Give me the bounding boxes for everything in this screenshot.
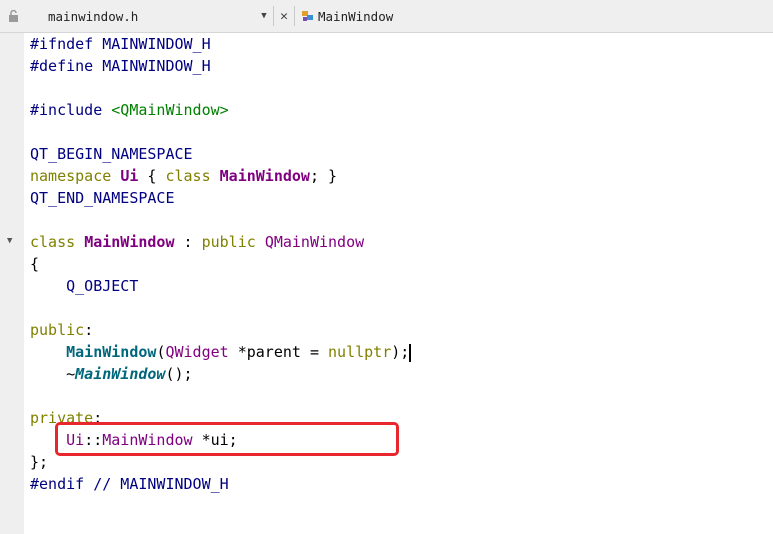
token: class [30, 233, 76, 251]
token: class [165, 167, 211, 185]
token: Ui [120, 167, 139, 185]
token: QT_END_NAMESPACE [30, 189, 175, 207]
close-icon[interactable]: ✕ [276, 9, 292, 24]
token: MAINWINDOW_H [102, 57, 211, 75]
code-line: #define MAINWINDOW_H [30, 55, 773, 77]
code-line: MainWindow(QWidget *parent = nullptr); [30, 341, 773, 363]
code-line: #ifndef MAINWINDOW_H [30, 33, 773, 55]
code-line: ~MainWindow(); [30, 363, 773, 385]
code-line: Q_OBJECT [30, 275, 773, 297]
fold-marker-icon[interactable]: ▼ [7, 236, 12, 246]
file-selector[interactable]: mainwindow.h ▼ [26, 0, 271, 32]
token: Q_OBJECT [66, 277, 139, 295]
code-line: #include <QMainWindow> [30, 99, 773, 121]
token: { [147, 167, 157, 185]
token: // MAINWINDOW_H [93, 475, 229, 493]
code-line: QT_END_NAMESPACE [30, 187, 773, 209]
token: nullptr [328, 343, 392, 361]
token: MainWindow [66, 343, 157, 361]
class-name: MainWindow [318, 8, 394, 24]
token: ~ [66, 365, 76, 383]
token: ); [391, 343, 410, 361]
token: #include [30, 101, 103, 119]
token: #ifndef [30, 35, 94, 53]
code-line: #endif // MAINWINDOW_H [30, 473, 773, 495]
token: MainWindow [75, 365, 166, 383]
token: MainWindow [219, 167, 310, 185]
line-gutter: ▼ [0, 33, 24, 534]
token: #define [30, 57, 94, 75]
token: : [84, 321, 94, 339]
lock-icon[interactable] [0, 0, 26, 32]
code-line: namespace Ui { class MainWindow; } [30, 165, 773, 187]
token: QWidget [165, 343, 229, 361]
editor-tab-bar: mainwindow.h ▼ ✕ MainWindow [0, 0, 773, 33]
token: QT_BEGIN_NAMESPACE [30, 145, 193, 163]
divider [273, 6, 274, 26]
token: : [174, 233, 202, 251]
code-editor[interactable]: #ifndef MAINWINDOW_H #define MAINWINDOW_… [30, 33, 773, 534]
token: #endif [30, 475, 85, 493]
code-line: { [30, 253, 773, 275]
chevron-down-icon[interactable]: ▼ [257, 11, 271, 21]
token: MainWindow [84, 233, 175, 251]
token: *parent = [228, 343, 329, 361]
class-icon [301, 9, 315, 23]
token: { [30, 255, 40, 273]
divider [294, 6, 295, 26]
class-selector[interactable]: MainWindow [297, 0, 393, 32]
token: }; [30, 453, 49, 471]
token: MAINWINDOW_H [102, 35, 211, 53]
highlight-annotation-box [55, 422, 399, 456]
token: <QMainWindow> [111, 101, 229, 119]
token: (); [165, 365, 193, 383]
token: ; } [309, 167, 338, 185]
code-line: public: [30, 319, 773, 341]
token: QMainWindow [264, 233, 365, 251]
token: namespace [30, 167, 112, 185]
code-line: QT_BEGIN_NAMESPACE [30, 143, 773, 165]
token: public [201, 233, 256, 251]
token: public [30, 321, 85, 339]
code-line: class MainWindow : public QMainWindow [30, 231, 773, 253]
text-cursor [409, 343, 412, 362]
file-name: mainwindow.h [48, 8, 139, 24]
